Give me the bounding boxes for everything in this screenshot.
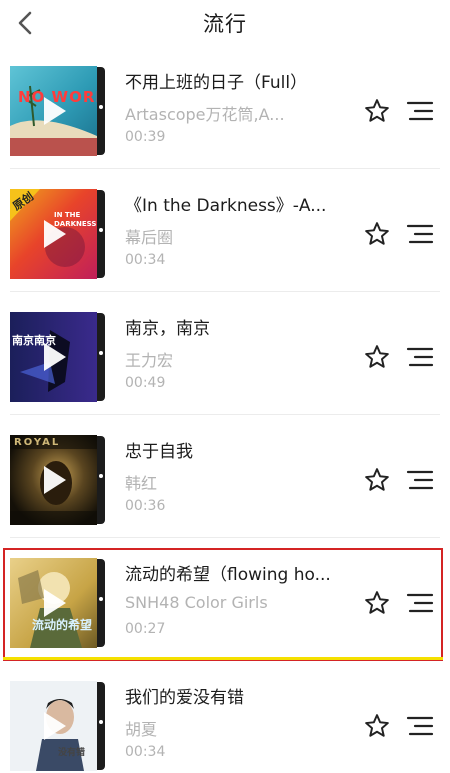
song-row[interactable]: 南京南京 南京，南京 王力宏 00:49 (0, 292, 450, 414)
star-icon (365, 222, 389, 245)
album-cover[interactable]: 没有错 (10, 681, 105, 771)
album-art: NO WORK (10, 66, 97, 156)
song-row[interactable]: ROYAL 忠于自我 韩红 00:36 (0, 415, 450, 537)
playlist-menu-button[interactable] (406, 346, 434, 368)
play-icon (44, 466, 66, 494)
menu-lines-icon (406, 347, 434, 367)
playlist-menu-button[interactable] (406, 715, 434, 737)
favorite-button[interactable] (364, 467, 390, 493)
album-art: 南京南京 (10, 312, 97, 402)
page-title: 流行 (203, 12, 247, 36)
album-cover-text: ROYAL (14, 437, 61, 448)
playlist-menu-button[interactable] (406, 223, 434, 245)
song-artist: 幕后圈 (125, 228, 174, 247)
header: 流行 (0, 0, 450, 46)
song-artist: Artascope万花筒,A... (125, 105, 285, 124)
song-artist: 王力宏 (125, 351, 174, 370)
menu-lines-icon (406, 224, 434, 244)
song-duration: 00:39 (125, 129, 166, 145)
song-title: 《In the Darkness》-A... (125, 196, 327, 216)
song-title: 南京，南京 (125, 319, 210, 339)
song-artist: 韩红 (125, 474, 158, 493)
playlist-menu-button[interactable] (406, 469, 434, 491)
menu-lines-icon (406, 470, 434, 490)
record-edge (96, 190, 105, 278)
menu-lines-icon (406, 716, 434, 736)
song-row[interactable]: 原创 IN THE DARKNESS 《In the Darkness》-A..… (0, 169, 450, 291)
favorite-button[interactable] (364, 221, 390, 247)
selection-highlight (3, 548, 443, 661)
song-duration: 00:34 (125, 744, 166, 760)
favorite-button[interactable] (364, 98, 390, 124)
album-cover[interactable]: ROYAL (10, 435, 105, 525)
song-row[interactable]: 没有错 我们的爱没有错 胡夏 00:34 (0, 661, 450, 773)
play-icon (44, 220, 66, 248)
play-icon (44, 343, 66, 371)
album-cover-text: 没有错 (58, 748, 86, 758)
song-duration: 00:49 (125, 375, 166, 391)
playlist-menu-button[interactable] (406, 100, 434, 122)
album-cover[interactable]: 原创 IN THE DARKNESS (10, 189, 105, 279)
record-edge (96, 436, 105, 524)
play-icon (44, 712, 66, 740)
selection-underline (3, 657, 443, 660)
song-title: 不用上班的日子（Full） (125, 73, 308, 93)
album-art: ROYAL (10, 435, 97, 525)
song-title: 我们的爱没有错 (125, 688, 244, 708)
song-duration: 00:34 (125, 252, 166, 268)
song-artist: 胡夏 (125, 720, 158, 739)
album-cover[interactable]: NO WORK (10, 66, 105, 156)
song-duration: 00:36 (125, 498, 166, 514)
record-edge (96, 682, 105, 770)
record-edge (96, 67, 105, 155)
album-art: 没有错 (10, 681, 97, 771)
star-icon (365, 714, 389, 737)
star-icon (365, 468, 389, 491)
favorite-button[interactable] (364, 344, 390, 370)
song-title: 忠于自我 (125, 442, 193, 462)
star-icon (365, 345, 389, 368)
album-cover[interactable]: 南京南京 (10, 312, 105, 402)
favorite-button[interactable] (364, 713, 390, 739)
album-art: 原创 IN THE DARKNESS (10, 189, 97, 279)
song-row[interactable]: NO WORK 不用上班的日子（Full） Artascope万花筒,A... … (0, 46, 450, 168)
menu-lines-icon (406, 101, 434, 121)
app: 流行 NO WOR 不用上班的日子（Full） Artascope万花筒,A..… (0, 0, 450, 773)
play-icon (44, 97, 66, 125)
record-edge (96, 313, 105, 401)
star-icon (365, 99, 389, 122)
